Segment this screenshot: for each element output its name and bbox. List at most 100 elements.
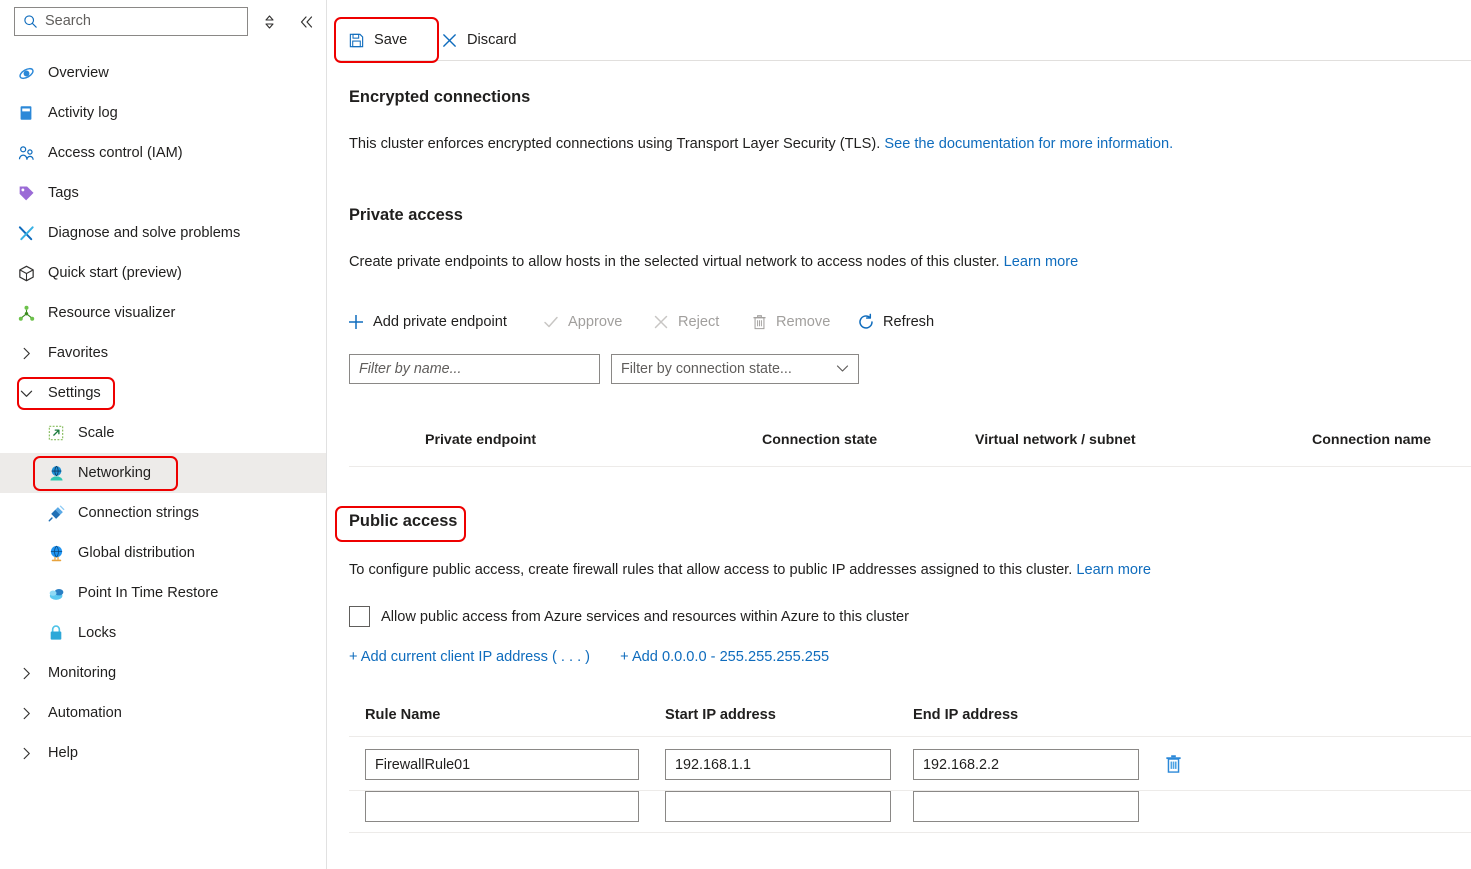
column-header-connection-name[interactable]: Connection name bbox=[1312, 432, 1431, 448]
refresh-button[interactable]: Refresh bbox=[857, 306, 934, 338]
sidebar-item-scale[interactable]: Scale bbox=[0, 413, 326, 453]
filter-by-name-input[interactable]: Filter by name... bbox=[349, 354, 600, 384]
sidebar-item-label: Scale bbox=[78, 425, 115, 441]
chevron-down-icon bbox=[16, 383, 36, 403]
chevron-double-left-icon[interactable] bbox=[296, 12, 316, 32]
sidebar-item-label: Access control (IAM) bbox=[48, 145, 183, 161]
chevron-right-icon bbox=[16, 743, 36, 763]
add-all-ip-range-link[interactable]: + Add 0.0.0.0 - 255.255.255.255 bbox=[620, 649, 829, 665]
add-private-endpoint-button[interactable]: Add private endpoint bbox=[347, 306, 507, 338]
toolbar-button-label: Refresh bbox=[883, 314, 934, 330]
column-header-private-endpoint[interactable]: Private endpoint bbox=[425, 432, 536, 448]
private-access-body: Create private endpoints to allow hosts … bbox=[349, 254, 1000, 270]
quick-start-icon bbox=[16, 263, 36, 283]
discard-button-label: Discard bbox=[467, 32, 516, 48]
sidebar-item-label: Locks bbox=[78, 625, 116, 641]
sidebar-item-label: Activity log bbox=[48, 105, 118, 121]
firewall-row-divider bbox=[349, 832, 1471, 833]
chevron-down-icon bbox=[836, 361, 849, 377]
sidebar-item-locks[interactable]: Locks bbox=[0, 613, 326, 653]
reject-button: Reject bbox=[652, 306, 719, 338]
save-button-label: Save bbox=[374, 32, 407, 48]
public-access-learn-more-link[interactable]: Learn more bbox=[1076, 562, 1151, 578]
public-access-text: To configure public access, create firew… bbox=[349, 562, 1151, 578]
filter-by-connection-state-placeholder: Filter by connection state... bbox=[621, 361, 792, 377]
sidebar-item-monitoring[interactable]: Monitoring bbox=[0, 653, 326, 693]
refresh-icon bbox=[857, 313, 875, 331]
private-access-heading: Private access bbox=[349, 206, 463, 225]
firewall-name-value: FirewallRule01 bbox=[375, 757, 470, 773]
filter-by-name-placeholder: Filter by name... bbox=[359, 361, 462, 377]
sidebar-item-label: Tags bbox=[48, 185, 79, 201]
firewall-name-input[interactable]: FirewallRule01 bbox=[365, 749, 639, 780]
sidebar-item-automation[interactable]: Automation bbox=[0, 693, 326, 733]
sidebar-item-resource-visualizer[interactable]: Resource visualizer bbox=[0, 293, 326, 333]
filter-by-connection-state-select[interactable]: Filter by connection state... bbox=[611, 354, 859, 384]
sidebar-item-label: Networking bbox=[78, 465, 151, 481]
remove-button: Remove bbox=[750, 306, 830, 338]
sidebar-item-label: Quick start (preview) bbox=[48, 265, 182, 281]
close-x-icon bbox=[440, 31, 458, 49]
scale-icon bbox=[46, 423, 66, 443]
toolbar-button-label: Add private endpoint bbox=[373, 314, 507, 330]
private-endpoint-header-rule bbox=[349, 466, 1471, 467]
sidebar-item-diagnose-and-solve-problems[interactable]: Diagnose and solve problems bbox=[0, 213, 326, 253]
connection-strings-icon bbox=[46, 503, 66, 523]
sidebar-item-label: Connection strings bbox=[78, 505, 199, 521]
search-input[interactable]: Search bbox=[14, 7, 248, 36]
sidebar-item-connection-strings[interactable]: Connection strings bbox=[0, 493, 326, 533]
add-current-client-ip-link[interactable]: + Add current client IP address ( . . . … bbox=[349, 649, 590, 665]
save-button[interactable]: Save bbox=[347, 23, 407, 57]
add-ip-links-row: + Add current client IP address ( . . . … bbox=[349, 649, 829, 665]
close-x-icon bbox=[652, 313, 670, 331]
firewall-end-ip-value: 192.168.2.2 bbox=[923, 757, 999, 773]
sidebar-item-label: Automation bbox=[48, 705, 122, 721]
delete-firewall-rule-button[interactable] bbox=[1164, 754, 1183, 775]
overview-icon bbox=[16, 63, 36, 83]
tags-icon bbox=[16, 183, 36, 203]
search-icon bbox=[23, 14, 38, 29]
sidebar-item-help[interactable]: Help bbox=[0, 733, 326, 773]
allow-azure-services-checkbox[interactable] bbox=[349, 606, 370, 627]
column-header-connection-state[interactable]: Connection state bbox=[762, 432, 877, 448]
diagnose-icon bbox=[16, 223, 36, 243]
command-bar-divider bbox=[339, 60, 1471, 61]
encrypted-connections-body: This cluster enforces encrypted connecti… bbox=[349, 136, 880, 152]
sidebar-item-label: Resource visualizer bbox=[48, 305, 175, 321]
firewall-column-start-ip-address: Start IP address bbox=[665, 707, 776, 723]
sidebar-item-label: Settings bbox=[48, 385, 101, 401]
networking-icon bbox=[46, 463, 66, 483]
sidebar-item-quick-start-preview[interactable]: Quick start (preview) bbox=[0, 253, 326, 293]
public-access-heading: Public access bbox=[349, 512, 457, 531]
sidebar-item-networking[interactable]: Networking bbox=[0, 453, 326, 493]
firewall-end-ip-input[interactable] bbox=[913, 791, 1139, 822]
sidebar-item-label: Diagnose and solve problems bbox=[48, 225, 240, 241]
sidebar-item-label: Favorites bbox=[48, 345, 108, 361]
firewall-column-rule-name: Rule Name bbox=[365, 707, 440, 723]
firewall-start-ip-input[interactable]: 192.168.1.1 bbox=[665, 749, 891, 780]
resource-menu-sidebar: Search Overview Activity log Access contro… bbox=[0, 0, 326, 869]
sidebar-search-row: Search bbox=[0, 7, 326, 43]
activity-log-icon bbox=[16, 103, 36, 123]
sidebar-item-favorites[interactable]: Favorites bbox=[0, 333, 326, 373]
private-access-learn-more-link[interactable]: Learn more bbox=[1004, 254, 1079, 270]
toolbar-button-label: Approve bbox=[568, 314, 622, 330]
sidebar-item-access-control-iam[interactable]: Access control (IAM) bbox=[0, 133, 326, 173]
sort-updown-icon[interactable] bbox=[259, 12, 279, 32]
firewall-end-ip-input[interactable]: 192.168.2.2 bbox=[913, 749, 1139, 780]
sidebar-item-global-distribution[interactable]: Global distribution bbox=[0, 533, 326, 573]
sidebar-item-settings[interactable]: Settings bbox=[0, 373, 326, 413]
encrypted-connections-doc-link[interactable]: See the documentation for more informati… bbox=[884, 136, 1173, 152]
plus-icon bbox=[347, 313, 365, 331]
encrypted-connections-heading: Encrypted connections bbox=[349, 88, 530, 107]
firewall-name-input[interactable] bbox=[365, 791, 639, 822]
firewall-start-ip-input[interactable] bbox=[665, 791, 891, 822]
sidebar-item-overview[interactable]: Overview bbox=[0, 53, 326, 93]
sidebar-item-activity-log[interactable]: Activity log bbox=[0, 93, 326, 133]
firewall-start-ip-value: 192.168.1.1 bbox=[675, 757, 751, 773]
sidebar-item-tags[interactable]: Tags bbox=[0, 173, 326, 213]
discard-button[interactable]: Discard bbox=[440, 23, 516, 57]
column-header-virtual-network-subnet[interactable]: Virtual network / subnet bbox=[975, 432, 1136, 448]
sidebar-item-point-in-time-restore[interactable]: Point In Time Restore bbox=[0, 573, 326, 613]
encrypted-connections-text: This cluster enforces encrypted connecti… bbox=[349, 136, 1173, 152]
